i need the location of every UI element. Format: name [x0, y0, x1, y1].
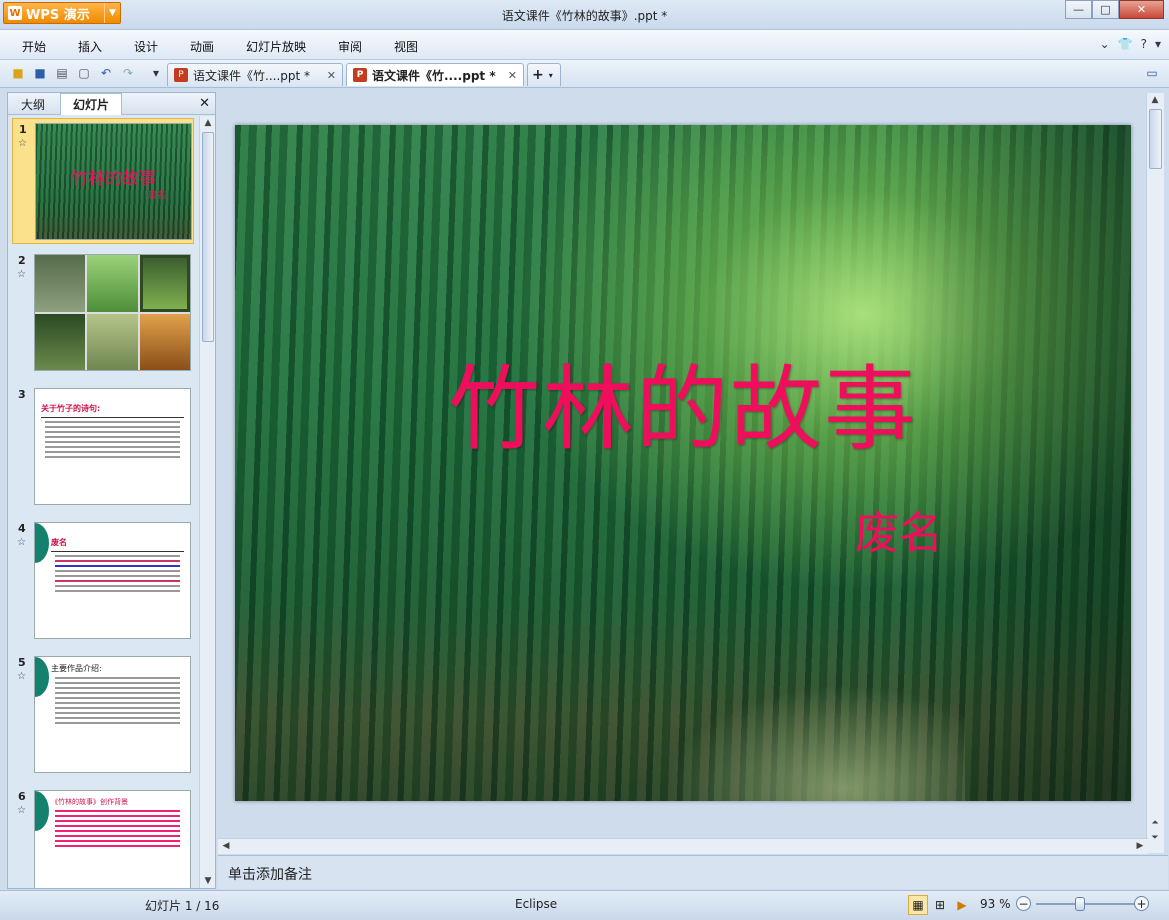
close-tab-icon[interactable]: ✕	[508, 69, 517, 82]
tab-outline[interactable]: 大纲	[10, 93, 56, 115]
minimize-button[interactable]: —	[1065, 0, 1092, 19]
thumb-title: 竹林的故事	[71, 169, 156, 189]
slide-thumbnail-1[interactable]: 1 ☆ 竹林的故事 废名	[12, 118, 194, 244]
print-icon[interactable]: ▤	[54, 65, 70, 81]
scroll-up-icon[interactable]: ▲	[1147, 95, 1163, 105]
thumb-title: 《竹林的故事》创作背景	[51, 798, 128, 806]
menu-design[interactable]: 设计	[134, 38, 158, 55]
slide-thumbnail-5[interactable]: 5 ☆ 主要作品介绍:	[12, 652, 194, 778]
thumb-title: 关于竹子的诗句:	[41, 404, 101, 413]
scroll-right-icon[interactable]: ▶	[1132, 841, 1148, 851]
thumb-title: 主要作品介绍:	[51, 664, 102, 673]
open-folder-icon[interactable]: ■	[10, 65, 26, 81]
title-bar: W WPS 演示 ▼ 语文课件《竹林的故事》.ppt * — □ ✕	[0, 0, 1169, 30]
chevron-down-icon: ▾	[548, 70, 553, 80]
menu-home[interactable]: 开始	[22, 38, 46, 55]
slide-sorter-icon[interactable]: ⊞	[930, 895, 950, 915]
theme-name: Eclipse	[515, 897, 558, 911]
slide-number: 5	[18, 656, 26, 669]
panel-toggle-icon[interactable]: ▭	[1144, 65, 1160, 81]
thumb-subtitle: 废名	[148, 191, 167, 201]
notes-placeholder: 单击添加备注	[228, 867, 312, 883]
slideshow-icon[interactable]: ▶	[952, 895, 972, 915]
prev-slide-icon[interactable]: ⏶	[1147, 818, 1163, 828]
slide-thumbnail-6[interactable]: 6 ☆ 《竹林的故事》创作背景	[12, 786, 194, 888]
slide-thumbnail-image: 《竹林的故事》创作背景	[34, 790, 191, 888]
doc-tab-1[interactable]: P 语文课件《竹....ppt * ✕	[167, 63, 343, 86]
menu-bar: 开始 插入 设计 动画 幻灯片放映 审阅 视图 ⌄ 👕 ? ▾	[0, 30, 1169, 60]
plus-icon: +	[532, 67, 544, 83]
undo-icon[interactable]: ↶	[98, 65, 114, 81]
slide-number: 6	[18, 790, 26, 803]
slide-thumbnail-image: 主要作品介绍:	[34, 656, 191, 773]
new-tab-button[interactable]: + ▾	[527, 63, 561, 86]
close-tab-icon[interactable]: ✕	[327, 69, 336, 82]
zoom-level[interactable]: 93 %	[980, 897, 1011, 911]
animation-star-icon: ☆	[17, 805, 26, 816]
slides-panel: 大纲 幻灯片 ✕ 1 ☆ 竹林的故事 废名 2 ☆ 3 关于竹子的诗句: 4 ☆…	[7, 92, 216, 889]
slide-canvas[interactable]: 竹林的故事 废名	[235, 125, 1131, 801]
animation-star-icon: ☆	[17, 537, 26, 548]
scroll-thumb[interactable]	[202, 132, 214, 342]
menu-insert[interactable]: 插入	[78, 38, 102, 55]
zoom-slider-thumb[interactable]	[1075, 897, 1086, 911]
help-icon[interactable]: ?	[1141, 37, 1147, 51]
collapse-ribbon-icon[interactable]: ⌄	[1100, 37, 1110, 51]
close-button[interactable]: ✕	[1119, 0, 1164, 19]
slide-number: 1	[19, 123, 27, 136]
slide-thumbnail-image: 竹林的故事 废名	[35, 123, 192, 240]
customize-toolbar-icon[interactable]: ▾	[148, 65, 164, 81]
notes-pane[interactable]: 单击添加备注	[218, 855, 1168, 889]
thumb-title: 废名	[51, 538, 67, 547]
slide-indicator: 幻灯片 1 / 16	[145, 899, 220, 913]
close-icon[interactable]: ✕	[199, 96, 210, 111]
slide-thumbnail-image: 关于竹子的诗句:	[34, 388, 191, 505]
scroll-up-icon[interactable]: ▲	[200, 118, 216, 128]
animation-star-icon: ☆	[17, 269, 26, 280]
thumbnail-scrollbar[interactable]: ▲ ▼	[199, 116, 215, 888]
chevron-down-icon[interactable]: ▾	[1155, 37, 1161, 51]
ppt-file-icon: P	[353, 68, 367, 82]
quick-toolbar: ■ ■ ▤ ▢ ↶ ↷ ▾ P 语文课件《竹....ppt * ✕ P 语文课件…	[0, 60, 1169, 88]
print-preview-icon[interactable]: ▢	[76, 65, 92, 81]
zoom-out-icon[interactable]: −	[1016, 896, 1031, 911]
ppt-file-icon: P	[174, 68, 188, 82]
slide-author[interactable]: 废名	[855, 497, 943, 561]
menu-animation[interactable]: 动画	[190, 38, 214, 55]
doc-tab-label: 语文课件《竹....ppt *	[193, 68, 311, 83]
redo-icon[interactable]: ↷	[120, 65, 136, 81]
tab-slides[interactable]: 幻灯片	[60, 93, 122, 115]
slide-title[interactable]: 竹林的故事	[235, 335, 1131, 468]
normal-view-icon[interactable]: ▦	[908, 895, 928, 915]
maximize-button[interactable]: □	[1092, 0, 1119, 19]
slide-number: 2	[18, 254, 26, 267]
slide-thumbnail-image	[34, 254, 191, 371]
slide-number: 3	[18, 388, 26, 401]
slide-thumbnail-image: 废名	[34, 522, 191, 639]
window-title: 语文课件《竹林的故事》.ppt *	[501, 9, 668, 23]
skin-icon[interactable]: 👕	[1118, 37, 1133, 51]
slide-thumbnail-2[interactable]: 2 ☆	[12, 250, 194, 376]
next-slide-icon[interactable]: ⏷	[1147, 833, 1163, 843]
slide-number: 4	[18, 522, 26, 535]
zoom-in-icon[interactable]: +	[1134, 896, 1149, 911]
slide-thumbnail-3[interactable]: 3 关于竹子的诗句:	[12, 384, 194, 510]
doc-tab-2[interactable]: P 语文课件《竹....ppt * ✕	[346, 63, 524, 86]
status-bar: 幻灯片 1 / 16 Eclipse ▦ ⊞ ▶ 93 % − +	[0, 890, 1169, 920]
scroll-thumb[interactable]	[1149, 109, 1162, 169]
menu-review[interactable]: 审阅	[338, 38, 362, 55]
animation-star-icon: ☆	[17, 671, 26, 682]
menu-slideshow[interactable]: 幻灯片放映	[246, 38, 306, 55]
doc-tab-label: 语文课件《竹....ppt *	[372, 68, 496, 83]
editor-horizontal-scrollbar[interactable]: ◀ ▶	[218, 838, 1148, 854]
slide-thumbnail-4[interactable]: 4 ☆ 废名	[12, 518, 194, 644]
save-icon[interactable]: ■	[32, 65, 48, 81]
animation-star-icon: ☆	[18, 138, 27, 149]
scroll-left-icon[interactable]: ◀	[218, 841, 234, 851]
scroll-down-icon[interactable]: ▼	[200, 876, 216, 886]
menu-view[interactable]: 视图	[394, 38, 418, 55]
thumbnail-list: 1 ☆ 竹林的故事 废名 2 ☆ 3 关于竹子的诗句: 4 ☆ 废名 5 ☆ 主…	[8, 116, 200, 888]
editor-vertical-scrollbar[interactable]: ▲ ⏶ ⏷	[1146, 93, 1164, 853]
